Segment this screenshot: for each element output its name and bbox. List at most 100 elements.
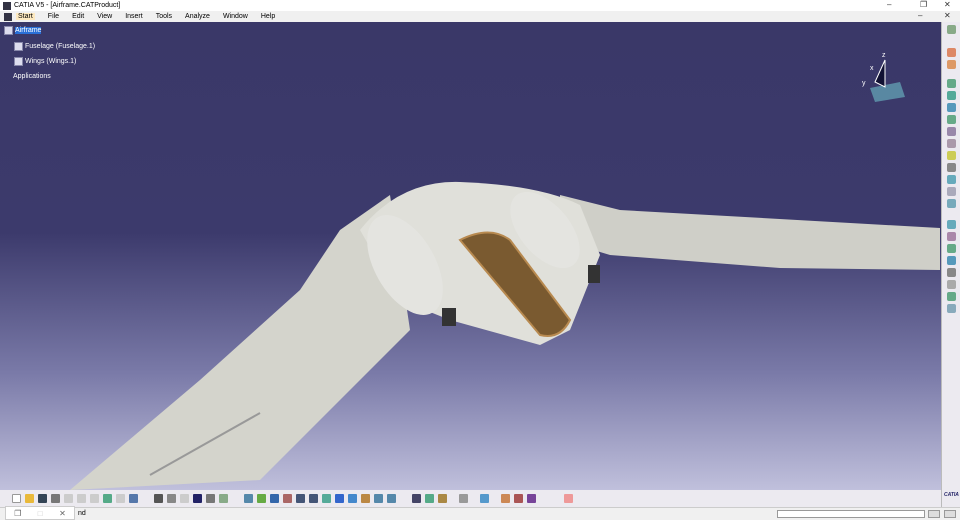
shading-icon[interactable]	[361, 494, 370, 503]
tree-node-applications[interactable]: Applications	[13, 73, 51, 80]
tool-icon[interactable]	[947, 304, 956, 313]
tool-icon[interactable]	[947, 91, 956, 100]
menu-bar: Start File Edit View Insert Tools Analyz…	[0, 11, 960, 22]
title-bar: CATIA V5 - [Airframe.CATProduct] – ❐ ✕	[0, 0, 960, 11]
save-icon[interactable]	[38, 494, 47, 503]
cut-icon[interactable]	[64, 494, 73, 503]
catia-logo: CATIA	[944, 492, 959, 498]
tool-icon[interactable]	[947, 60, 956, 69]
tool-icon[interactable]	[947, 199, 956, 208]
menu-file[interactable]: File	[48, 13, 59, 20]
tool-icon[interactable]	[947, 103, 956, 112]
tool-icon[interactable]	[947, 139, 956, 148]
fly-mode-icon[interactable]	[244, 494, 253, 503]
tool-icon[interactable]	[947, 115, 956, 124]
tool-icon[interactable]	[947, 163, 956, 172]
tool-icon[interactable]	[527, 494, 536, 503]
tool-icon[interactable]	[180, 494, 189, 503]
tool-icon[interactable]	[412, 494, 421, 503]
hide-show-icon[interactable]	[374, 494, 383, 503]
menu-insert[interactable]: Insert	[125, 13, 143, 20]
tool-icon[interactable]	[947, 187, 956, 196]
tool-icon[interactable]	[219, 494, 228, 503]
tool-icon[interactable]	[501, 494, 510, 503]
menu-window[interactable]: Window	[223, 13, 248, 20]
tool-icon[interactable]	[425, 494, 434, 503]
swap-space-icon[interactable]	[387, 494, 396, 503]
new-icon[interactable]	[12, 494, 21, 503]
command-button-1[interactable]	[928, 510, 940, 518]
compass[interactable]: y x z	[862, 52, 905, 102]
copy-icon[interactable]	[77, 494, 86, 503]
fit-all-icon[interactable]	[257, 494, 266, 503]
pan-icon[interactable]	[270, 494, 279, 503]
redo-icon[interactable]	[116, 494, 125, 503]
axis-z-label: z	[882, 52, 886, 59]
menu-tools[interactable]: Tools	[156, 13, 172, 20]
undo-icon[interactable]	[103, 494, 112, 503]
restore-button[interactable]: ❐	[920, 0, 927, 9]
annotation-icon[interactable]	[167, 494, 176, 503]
multi-view-icon[interactable]	[335, 494, 344, 503]
open-icon[interactable]	[25, 494, 34, 503]
tree-node-wings[interactable]: Wings (Wings.1)	[14, 57, 76, 66]
zoom-in-icon[interactable]	[296, 494, 305, 503]
table-icon[interactable]	[193, 494, 202, 503]
tool-icon[interactable]	[947, 220, 956, 229]
popup-restore-button[interactable]: ❐	[14, 509, 21, 518]
tool-icon[interactable]	[514, 494, 523, 503]
airframe-model: y x z	[70, 52, 940, 490]
part-icon	[14, 42, 23, 51]
print-icon[interactable]	[51, 494, 60, 503]
landing-gear-left	[442, 308, 456, 326]
menu-edit[interactable]: Edit	[72, 13, 84, 20]
tool-icon[interactable]	[947, 79, 956, 88]
rotate-icon[interactable]	[283, 494, 292, 503]
window-title: CATIA V5 - [Airframe.CATProduct]	[14, 2, 121, 9]
tool-icon[interactable]	[947, 268, 956, 277]
command-input[interactable]	[777, 510, 925, 518]
tool-icon[interactable]	[947, 232, 956, 241]
menu-view[interactable]: View	[97, 13, 112, 20]
menu-help[interactable]: Help	[261, 13, 275, 20]
tool-icon[interactable]	[480, 494, 489, 503]
tool-icon[interactable]	[947, 280, 956, 289]
tool-icon[interactable]	[459, 494, 468, 503]
tool-icon[interactable]	[947, 175, 956, 184]
product-icon	[4, 26, 13, 35]
minimize-button[interactable]: –	[887, 0, 891, 9]
tool-icon[interactable]	[564, 494, 573, 503]
right-toolbar: CATIA	[941, 22, 960, 512]
tree-node-airframe[interactable]: Airframe	[4, 26, 42, 35]
formula-icon[interactable]	[154, 494, 163, 503]
status-text: nd	[78, 510, 86, 517]
part-icon	[14, 57, 23, 66]
doc-close-button[interactable]: ✕	[944, 11, 951, 20]
axis-y-label: y	[862, 80, 866, 87]
tool-icon[interactable]	[206, 494, 215, 503]
command-button-2[interactable]	[944, 510, 956, 518]
menu-start[interactable]: Start	[16, 13, 35, 20]
paste-icon[interactable]	[90, 494, 99, 503]
popup-close-button[interactable]: ✕	[59, 509, 66, 518]
close-button[interactable]: ✕	[944, 0, 951, 9]
tool-icon[interactable]	[947, 256, 956, 265]
whats-this-icon[interactable]	[129, 494, 138, 503]
document-icon	[4, 12, 12, 21]
popup-maximize-button[interactable]: □	[38, 509, 43, 518]
doc-minimize-button[interactable]: –	[918, 11, 922, 20]
tool-icon[interactable]	[947, 292, 956, 301]
menu-analyze[interactable]: Analyze	[185, 13, 210, 20]
tool-icon[interactable]	[947, 25, 956, 34]
tool-icon[interactable]	[947, 244, 956, 253]
tree-node-fuselage[interactable]: Fuselage (Fuselage.1)	[14, 42, 95, 51]
zoom-out-icon[interactable]	[309, 494, 318, 503]
select-icon[interactable]	[947, 48, 956, 57]
tool-icon[interactable]	[438, 494, 447, 503]
normal-view-icon[interactable]	[322, 494, 331, 503]
tool-icon[interactable]	[947, 127, 956, 136]
axis-x-label: x	[870, 65, 874, 72]
3d-viewport[interactable]: y x z	[0, 22, 941, 490]
iso-view-icon[interactable]	[348, 494, 357, 503]
tool-icon[interactable]	[947, 151, 956, 160]
